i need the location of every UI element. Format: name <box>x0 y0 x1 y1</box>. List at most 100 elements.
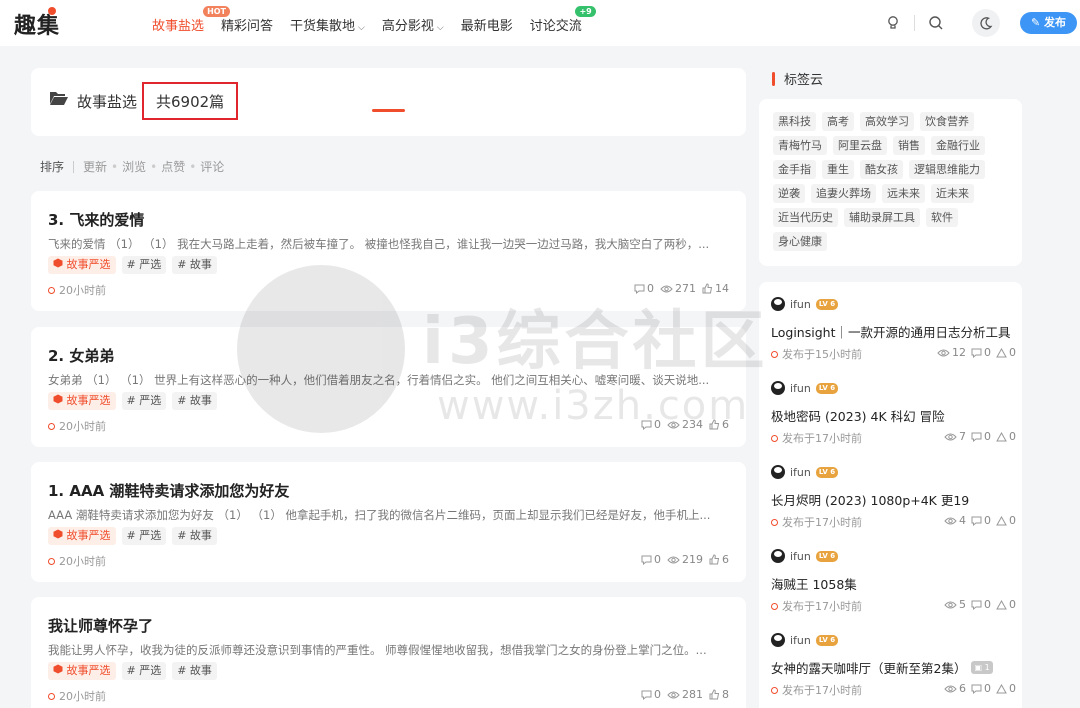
post-author[interactable]: ifun LV 6 <box>771 297 839 311</box>
comment-icon <box>971 348 982 358</box>
post-tag[interactable]: # 严选 <box>121 527 167 545</box>
cloud-tag[interactable]: 酷女孩 <box>860 160 903 179</box>
sort-option-updated[interactable]: 更新 <box>83 158 107 175</box>
latest-post-title[interactable]: 极地密码 (2023) 4K 科幻 冒险 <box>771 406 945 425</box>
chevron-down-icon: ⌵ <box>436 23 444 33</box>
post-card[interactable]: 3. 飞来的爱情 飞来的爱情 （1） （1） 我在大马路上走着，然后被车撞了。 被… <box>31 191 746 311</box>
latest-post-title[interactable]: Loginsight｜一款开源的通用日志分析工具 <box>771 322 1010 341</box>
search-icon[interactable] <box>927 14 945 32</box>
post-card[interactable]: 1. AAA 潮鞋特卖请求添加您为好友 AAA 潮鞋特卖请求添加您为好友 （1） … <box>31 462 746 582</box>
cloud-tag[interactable]: 高效学习 <box>860 112 914 131</box>
nav-item-movies-top[interactable]: 高分影视 ⌵ <box>382 15 444 34</box>
post-title[interactable]: 3. 飞来的爱情 <box>48 209 144 230</box>
publish-button[interactable]: ✎ 发布 <box>1020 12 1077 34</box>
cloud-tag[interactable]: 高考 <box>822 112 854 131</box>
cloud-tag[interactable]: 金手指 <box>773 160 816 179</box>
bulb-icon[interactable] <box>884 14 902 32</box>
upvote-count: 0 <box>996 598 1016 611</box>
post-tag[interactable]: # 严选 <box>121 662 167 680</box>
post-tag[interactable]: # 严选 <box>121 392 167 410</box>
category-tag[interactable]: 故事严选 <box>48 527 116 545</box>
post-card[interactable]: 我让师尊怀孕了 我能让男人怀孕，收我为徒的反派师尊还没意识到事情的严重性。 师尊假… <box>31 597 746 708</box>
eye-icon <box>667 555 680 565</box>
cloud-tag[interactable]: 追妻火葬场 <box>811 184 876 203</box>
category-tag[interactable]: 故事严选 <box>48 662 116 680</box>
latest-post-title[interactable]: 女神的露天咖啡厅（更新至第2集） ▣ 1 <box>771 658 993 677</box>
pencil-icon: ✎ <box>1030 16 1041 29</box>
cloud-tag[interactable]: 软件 <box>926 208 958 227</box>
latest-post-stats: 12 0 0 <box>937 346 1016 359</box>
post-card[interactable]: 2. 女弟弟女弟弟 （1） （1） 世界上有这样恶心的一种人，他们借着朋友之名，… <box>31 327 746 447</box>
latest-post-title[interactable]: 海贼王 1058集 <box>771 574 857 593</box>
top-header: 趣集 故事盐选 HOT 精彩问答 干货集散地 ⌵ 高分影视 ⌵ 最新电影 讨论交流 … <box>0 0 1080 46</box>
cloud-tag[interactable]: 黑科技 <box>773 112 816 131</box>
cloud-tag[interactable]: 饮食营养 <box>920 112 974 131</box>
sort-option-views[interactable]: 浏览 <box>122 158 146 175</box>
latest-post-stats: 600 <box>944 682 1016 695</box>
clock-icon <box>771 435 778 442</box>
comment-icon <box>971 600 982 610</box>
post-tag[interactable]: # 故事 <box>172 662 217 680</box>
nav-item-resources[interactable]: 干货集散地 ⌵ <box>290 15 365 34</box>
post-tags: 故事严选 # 严选 # 故事 <box>48 392 217 410</box>
view-count: 219 <box>667 553 703 566</box>
post-tag[interactable]: # 严选 <box>121 256 167 274</box>
cloud-tag[interactable]: 远未来 <box>882 184 925 203</box>
category-tag[interactable]: 故事严选 <box>48 256 116 274</box>
like-count: 8 <box>709 688 729 701</box>
post-tag[interactable]: # 故事 <box>172 392 217 410</box>
cloud-tag[interactable]: 阿里云盘 <box>833 136 887 155</box>
cloud-tag[interactable]: 身心健康 <box>773 232 827 251</box>
level-badge: LV 6 <box>815 382 839 394</box>
eye-icon <box>944 432 957 442</box>
cloud-tag[interactable]: 青梅竹马 <box>773 136 827 155</box>
clock-icon <box>771 603 778 610</box>
post-tag[interactable]: # 故事 <box>172 527 217 545</box>
cloud-tag[interactable]: 逻辑思维能力 <box>909 160 985 179</box>
post-title[interactable]: 我让师尊怀孕了 <box>48 615 153 636</box>
post-title[interactable]: 1. AAA 潮鞋特卖请求添加您为好友 <box>48 480 289 501</box>
sort-option-comments[interactable]: 评论 <box>200 158 224 175</box>
cloud-tag[interactable]: 销售 <box>893 136 925 155</box>
comment-count: 0 <box>971 514 991 527</box>
upvote-count: 0 <box>996 514 1016 527</box>
upvote-icon <box>996 515 1007 526</box>
comment-count: 0 <box>634 282 654 295</box>
nav-item-discussion[interactable]: 讨论交流 +9 <box>530 6 596 34</box>
chevron-down-icon: ⌵ <box>358 23 365 33</box>
cloud-tag[interactable]: 近未来 <box>931 184 974 203</box>
comment-count: 0 <box>971 346 991 359</box>
nav-item-qa[interactable]: 精彩问答 <box>221 15 273 34</box>
cloud-tag[interactable]: 近当代历史 <box>773 208 838 227</box>
avatar <box>771 297 785 311</box>
nav-item-new-movies[interactable]: 最新电影 <box>461 15 513 34</box>
post-author[interactable]: ifun LV 6 <box>771 465 839 479</box>
category-tag[interactable]: 故事严选 <box>48 392 116 410</box>
category-name[interactable]: 故事盐选 <box>77 91 137 112</box>
latest-post-title[interactable]: 长月烬明 (2023) 1080p+4K 更19 <box>771 490 969 509</box>
post-title[interactable]: 2. 女弟弟 <box>48 345 114 366</box>
nav-item-story[interactable]: 故事盐选 HOT <box>152 6 231 34</box>
post-author[interactable]: ifun LV 6 <box>771 381 839 395</box>
post-author[interactable]: ifun LV 6 <box>771 549 839 563</box>
logo-dot <box>48 7 56 15</box>
accent-underline <box>372 109 405 112</box>
sort-bar: 排序 更新 • 浏览 • 点赞 • 评论 <box>40 158 224 175</box>
clock-icon <box>48 693 55 700</box>
thumbs-up-icon <box>709 419 720 430</box>
post-author[interactable]: ifun LV 6 <box>771 633 839 647</box>
post-stats: 0 271 14 <box>634 282 729 295</box>
level-badge: LV 6 <box>815 466 839 478</box>
cloud-tag[interactable]: 逆袭 <box>773 184 805 203</box>
theme-toggle-button[interactable] <box>972 9 1000 37</box>
view-count: 234 <box>667 418 703 431</box>
eye-icon <box>944 600 957 610</box>
cloud-tag[interactable]: 重生 <box>822 160 854 179</box>
like-count: 14 <box>702 282 729 295</box>
cloud-tag[interactable]: 金融行业 <box>931 136 985 155</box>
post-tag[interactable]: # 故事 <box>172 256 217 274</box>
sort-option-likes[interactable]: 点赞 <box>161 158 185 175</box>
post-excerpt: 女弟弟 （1） （1） 世界上有这样恶心的一种人，他们借着朋友之名，行着情侣之实… <box>48 373 710 387</box>
cloud-tag[interactable]: 辅助录屏工具 <box>844 208 920 227</box>
latest-post-time: 发布于17小时前 <box>771 514 862 530</box>
